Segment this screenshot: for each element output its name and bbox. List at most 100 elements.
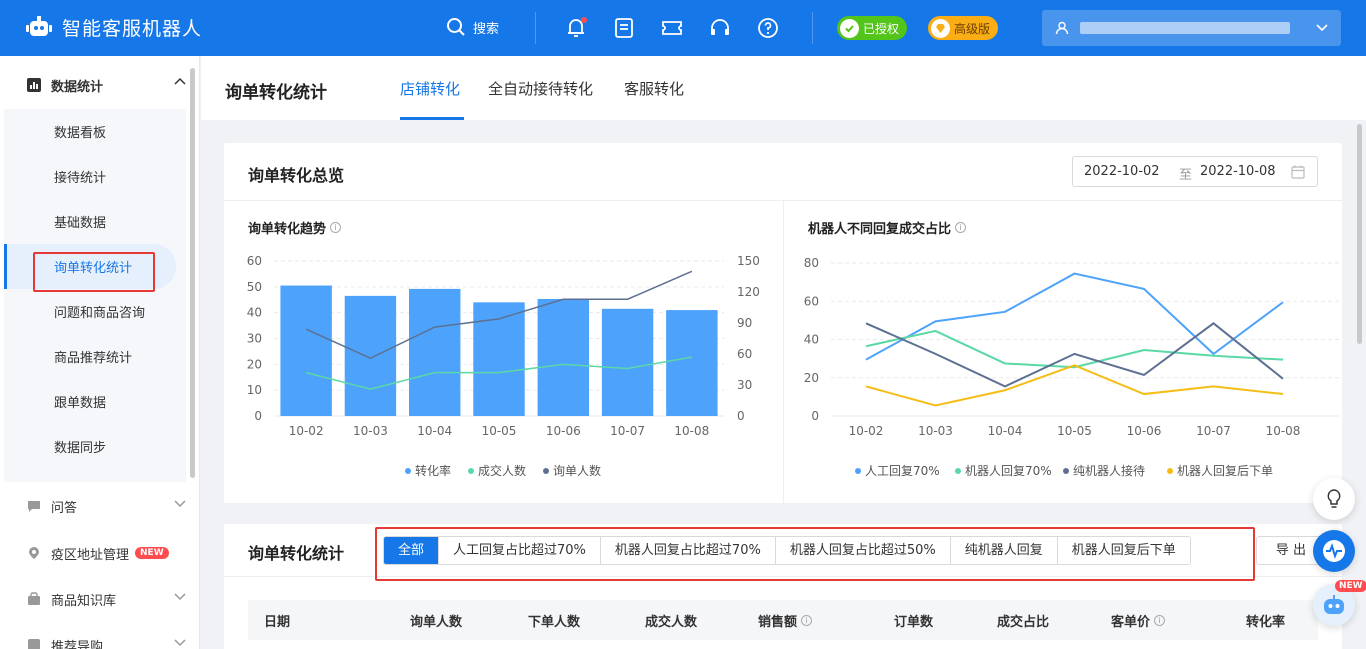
legend-label: 询单人数 bbox=[553, 463, 601, 478]
headset-icon[interactable] bbox=[708, 16, 732, 40]
sidebar-item-label: 跟单数据 bbox=[54, 396, 107, 411]
app-logo[interactable]: 智能客服机器人 bbox=[24, 12, 202, 42]
date-from: 2022-10-02 bbox=[1084, 164, 1160, 179]
sidebar-group-label: 推荐导购 bbox=[51, 639, 104, 649]
search-button[interactable]: 搜索 bbox=[446, 17, 499, 37]
chevron-down-icon bbox=[174, 639, 186, 647]
column-header-orders[interactable]: 下单人数 bbox=[528, 611, 580, 630]
search-label: 搜索 bbox=[473, 21, 500, 37]
y2-tick-label: 120 bbox=[737, 285, 760, 299]
legend-label: 纯机器人接待 bbox=[1073, 463, 1145, 478]
x-tick-label: 10-06 bbox=[546, 424, 581, 438]
edition-label: 高级版 bbox=[954, 21, 991, 36]
main-scrollbar[interactable] bbox=[1357, 124, 1362, 344]
legend-marker bbox=[1063, 468, 1069, 474]
tab-agent-conversion[interactable]: 客服转化 bbox=[624, 78, 684, 99]
sidebar-item-question-consult[interactable]: 问题和商品咨询 bbox=[4, 289, 186, 334]
authorized-badge[interactable]: 已授权 bbox=[837, 16, 908, 40]
y-tick-label: 60 bbox=[804, 294, 819, 308]
chevron-down-icon bbox=[174, 593, 186, 601]
app-title: 智能客服机器人 bbox=[62, 17, 203, 40]
info-icon[interactable]: i bbox=[330, 222, 342, 233]
column-label: 销售额 bbox=[758, 615, 798, 630]
sidebar-group-label: 问答 bbox=[51, 500, 78, 516]
overview-card: 询单转化总览 2022-10-02 至 2022-10-08 询单转化趋势 i … bbox=[224, 143, 1342, 503]
sidebar-item-basic-data[interactable]: 基础数据 bbox=[4, 199, 186, 244]
top-bar: 智能客服机器人 搜索 已授权 高级版 bbox=[0, 0, 1366, 56]
column-header-order-count[interactable]: 订单数 bbox=[894, 611, 933, 630]
bar-chart-icon bbox=[27, 78, 41, 92]
date-separator: 至 bbox=[1179, 168, 1193, 183]
bell-icon[interactable] bbox=[564, 16, 588, 40]
sidebar-item-reception[interactable]: 接待统计 bbox=[4, 154, 186, 199]
x-tick-label: 10-02 bbox=[289, 424, 324, 438]
column-header-date[interactable]: 日期 bbox=[264, 611, 290, 630]
tips-button[interactable] bbox=[1313, 478, 1355, 520]
column-header-inquiries[interactable]: 询单人数 bbox=[410, 611, 462, 630]
sidebar-item-product-recommend[interactable]: 商品推荐统计 bbox=[4, 334, 186, 379]
lightbulb-icon bbox=[1327, 489, 1341, 508]
sidebar-scrollbar[interactable] bbox=[190, 68, 195, 478]
y2-tick-label: 0 bbox=[737, 409, 745, 423]
legend-label: 机器人回复后下单 bbox=[1177, 464, 1273, 478]
blurred-username bbox=[1080, 22, 1290, 34]
column-header-deals[interactable]: 成交人数 bbox=[645, 611, 697, 630]
tab-auto-reception-conversion[interactable]: 全自动接待转化 bbox=[488, 78, 593, 99]
column-header-unit-price[interactable]: 客单价 i bbox=[1111, 611, 1166, 630]
sidebar-item-dashboard[interactable]: 数据看板 bbox=[4, 109, 186, 154]
x-tick-label: 10-05 bbox=[482, 424, 517, 438]
sidebar-item-label: 接待统计 bbox=[54, 171, 107, 186]
info-icon[interactable]: i bbox=[1154, 615, 1166, 626]
page-title: 询单转化统计 bbox=[225, 83, 327, 103]
sidebar-item-label: 数据看板 bbox=[54, 126, 107, 141]
user-menu[interactable] bbox=[1042, 10, 1341, 46]
y-tick-label: 10 bbox=[247, 383, 262, 397]
sidebar-submenu: 数据看板 接待统计 基础数据 询单转化统计 问题和商品咨询 商品推荐统计 跟单数… bbox=[4, 109, 186, 482]
y-tick-label: 20 bbox=[247, 357, 262, 371]
edition-badge[interactable]: 高级版 bbox=[928, 16, 999, 40]
info-icon[interactable]: i bbox=[955, 222, 967, 233]
legend-label: 人工回复70% bbox=[865, 464, 940, 478]
y-tick-label: 0 bbox=[254, 409, 262, 423]
column-header-deal-ratio[interactable]: 成交占比 bbox=[997, 611, 1049, 630]
column-label: 转化率 bbox=[1246, 615, 1286, 630]
y2-tick-label: 90 bbox=[737, 316, 752, 330]
y2-tick-label: 60 bbox=[737, 347, 752, 361]
tab-store-conversion[interactable]: 店铺转化 bbox=[400, 78, 460, 99]
legend-marker bbox=[405, 468, 411, 474]
column-label: 询单人数 bbox=[410, 615, 463, 630]
ticket-icon[interactable] bbox=[660, 16, 684, 40]
y2-tick-label: 150 bbox=[737, 254, 760, 268]
help-icon[interactable] bbox=[756, 16, 780, 40]
column-header-conversion[interactable]: 转化率 bbox=[1246, 611, 1285, 630]
date-range-picker[interactable]: 2022-10-02 至 2022-10-08 bbox=[1072, 156, 1318, 187]
sidebar-group-label: 数据统计 bbox=[51, 79, 104, 95]
column-label: 订单数 bbox=[894, 615, 934, 630]
column-header-sales[interactable]: 销售额 i bbox=[758, 611, 813, 630]
bag-icon bbox=[28, 592, 40, 605]
bar bbox=[537, 298, 589, 416]
sidebar-group-data-stats[interactable]: 数据统计 bbox=[0, 57, 199, 113]
series-line bbox=[865, 364, 1284, 407]
reply-ratio-chart: 0 20 40 60 80 10-02 10-03 10-04 10-05 10-06 10-07 1… bbox=[804, 256, 1339, 478]
x-tick-label: 10-03 bbox=[918, 424, 953, 438]
robot-logo-icon bbox=[26, 16, 52, 36]
info-icon[interactable]: i bbox=[801, 615, 813, 626]
chat-icon bbox=[28, 501, 40, 512]
column-label: 客单价 bbox=[1111, 615, 1151, 630]
chart-title-text: 询单转化趋势 bbox=[248, 222, 327, 237]
authorized-label: 已授权 bbox=[863, 21, 900, 36]
date-to: 2022-10-08 bbox=[1200, 164, 1276, 179]
guide-icon bbox=[28, 639, 40, 649]
divider bbox=[535, 12, 536, 44]
sidebar-item-data-sync[interactable]: 数据同步 bbox=[4, 424, 186, 469]
checklist-icon[interactable] bbox=[612, 16, 636, 40]
sidebar-item-follow-order[interactable]: 跟单数据 bbox=[4, 379, 186, 424]
sidebar-group-guide[interactable]: 推荐导购 bbox=[0, 617, 199, 649]
sidebar-item-label: 数据同步 bbox=[54, 441, 107, 456]
legend-marker bbox=[855, 468, 861, 474]
legend-marker bbox=[1167, 468, 1173, 474]
user-icon bbox=[1055, 21, 1069, 35]
monitor-button[interactable] bbox=[1313, 530, 1355, 572]
y-tick-label: 0 bbox=[811, 409, 819, 423]
